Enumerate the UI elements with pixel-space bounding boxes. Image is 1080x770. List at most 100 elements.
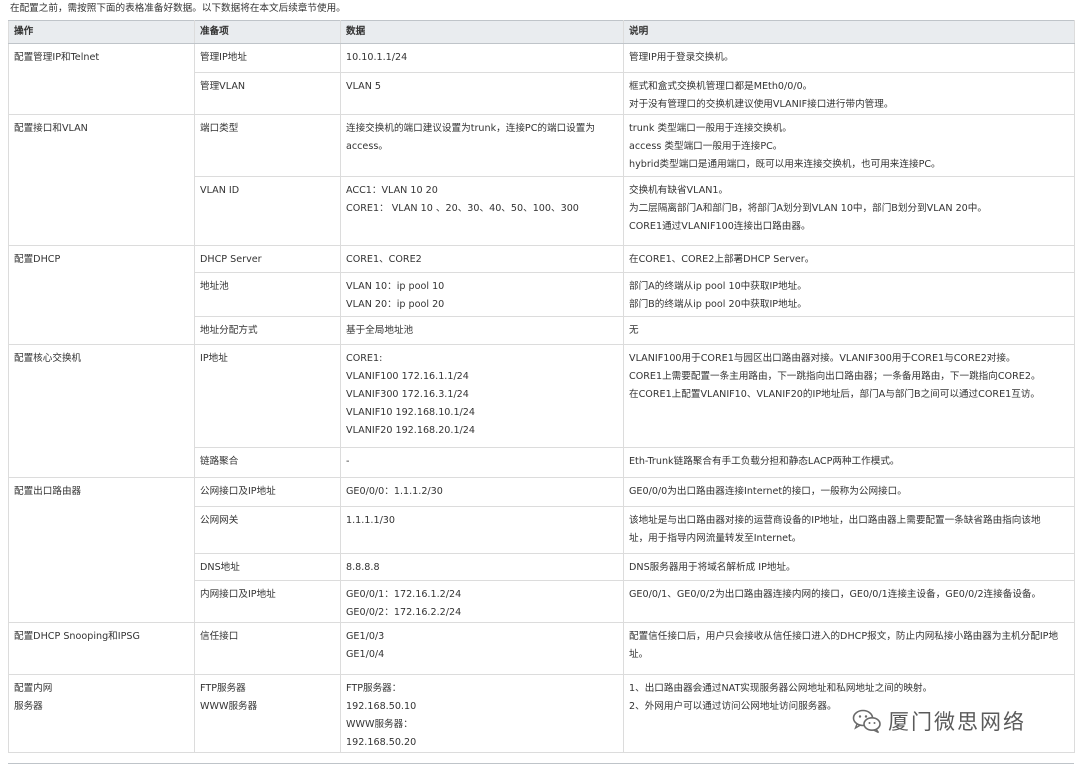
operation-cell: 配置接口和VLAN <box>8 114 195 246</box>
item-cell-line: FTP服务器 <box>200 683 246 694</box>
data-cell-line: CORE1、CORE2 <box>346 254 422 265</box>
header-operation: 操作 <box>8 20 195 44</box>
description-cell-line: access 类型端口一般用于连接PC。 <box>629 141 783 152</box>
item-cell: 地址分配方式 <box>194 316 341 345</box>
item-cell: 链路聚合 <box>194 447 341 478</box>
item-cell: 管理VLAN <box>194 72 341 115</box>
description-cell-line: DNS服务器用于将域名解析成 IP地址。 <box>629 562 796 573</box>
description-cell-line: CORE1通过VLANIF100连接出口路由器。 <box>629 221 811 232</box>
data-cell-line: GE1/0/4 <box>346 649 385 660</box>
description-cell-line: 1、出口路由器会通过NAT实现服务器公网地址和私网地址之间的映射。 <box>629 683 933 694</box>
description-cell-line: 部门B的终端从ip pool 20中获取IP地址。 <box>629 299 807 310</box>
description-cell-line: 框式和盒式交换机管理口都是MEth0/0/0。 <box>629 81 813 92</box>
description-cell-line: GE0/0/0为出口路由器连接Internet的接口，一般称为公网接口。 <box>629 486 907 497</box>
table-bottom-rule <box>8 763 1074 764</box>
data-cell-line: GE0/0/0：1.1.1.2/30 <box>346 486 443 497</box>
operation-cell: 配置管理IP和Telnet <box>8 43 195 115</box>
item-cell-line: 内网接口及IP地址 <box>200 589 276 600</box>
description-cell: 框式和盒式交换机管理口都是MEth0/0/0。对于没有管理口的交换机建议使用VL… <box>623 72 1075 115</box>
item-cell-line: DNS地址 <box>200 562 240 573</box>
operation-cell-line: 服务器 <box>14 701 43 712</box>
description-cell-line: 交换机有缺省VLAN1。 <box>629 185 729 196</box>
description-cell: 交换机有缺省VLAN1。为二层隔离部门A和部门B，将部门A划分到VLAN 10中… <box>623 176 1075 246</box>
description-cell-line: hybrid类型端口是通用端口，既可以用来连接交换机，也可用来连接PC。 <box>629 159 941 170</box>
data-cell: 基于全局地址池 <box>340 316 624 345</box>
config-data-table: 操作 准备项 数据 说明 配置管理IP和Telnet 管理IP地址 10.10.1.… <box>8 20 1075 753</box>
item-cell-line: 公网接口及IP地址 <box>200 486 276 497</box>
item-cell: 地址池 <box>194 272 341 317</box>
item-cell: 公网接口及IP地址 <box>194 477 341 507</box>
operation-cell-line: 配置管理IP和Telnet <box>14 52 100 63</box>
operation-cell-line: 配置出口路由器 <box>14 486 82 497</box>
description-cell-line: CORE1上需要配置一条主用路由，下一跳指向出口路由器；一条备用路由，下一跳指向… <box>629 371 1041 382</box>
intro-text: 在配置之前，需按照下面的表格准备好数据。以下数据将在本文后续章节使用。 <box>10 3 346 14</box>
data-cell-line: FTP服务器： <box>346 683 402 694</box>
item-cell-line: 链路聚合 <box>200 456 239 467</box>
description-cell-line: 对于没有管理口的交换机建议使用VLANIF接口进行带内管理。 <box>629 99 894 110</box>
description-cell-line: 址，用于指导内网流量转发至Internet。 <box>629 533 802 544</box>
table-row: 配置核心交换机 IP地址 CORE1: VLANIF100 172.16.1.1/24… <box>8 344 1075 478</box>
data-cell-line: CORE1： VLAN 10 、20、30、40、50、100、300 <box>346 203 579 214</box>
item-cell: DHCP Server <box>194 245 341 273</box>
data-cell: 10.10.1.1/24 <box>340 43 624 73</box>
data-cell-line: - <box>346 456 350 467</box>
item-cell: IP地址 <box>194 344 341 448</box>
data-cell: GE1/0/3 GE1/0/4 <box>340 622 624 675</box>
data-cell-line: access。 <box>346 141 388 152</box>
data-cell: VLAN 10：ip pool 10 VLAN 20：ip pool 20 <box>340 272 624 317</box>
data-cell: ACC1：VLAN 10 20 CORE1： VLAN 10 、20、30、40、… <box>340 176 624 246</box>
data-cell-line: 192.168.50.20 <box>346 737 417 748</box>
description-cell: trunk 类型端口一般用于连接交换机。 access 类型端口一般用于连接PC。… <box>623 114 1075 177</box>
header-data: 数据 <box>340 20 624 44</box>
operation-cell-line: 配置核心交换机 <box>14 353 82 364</box>
item-cell-line: 地址池 <box>200 281 229 292</box>
item-cell: 信任接口 <box>194 622 341 675</box>
data-cell-line: 192.168.50.10 <box>346 701 417 712</box>
data-cell: GE0/0/0：1.1.1.2/30 <box>340 477 624 507</box>
description-cell-line: 在CORE1上配置VLANIF10、VLANIF20的IP地址后，部门A与部门B… <box>629 389 1041 400</box>
data-cell-line: CORE1: <box>346 353 383 364</box>
description-cell-line: 无 <box>629 325 639 336</box>
data-cell: 1.1.1.1/30 <box>340 506 624 554</box>
operation-cell: 配置核心交换机 <box>8 344 195 478</box>
operation-cell-line: 配置DHCP <box>14 254 61 265</box>
description-cell-line: 址。 <box>629 649 649 660</box>
description-cell: DNS服务器用于将域名解析成 IP地址。 <box>623 553 1075 581</box>
operation-cell-line: 配置内网 <box>14 683 53 694</box>
table-row: 配置接口和VLAN 端口类型 连接交换机的端口建议设置为trunk，连接PC的端口设… <box>8 114 1075 246</box>
data-cell-line: GE0/0/2：172.16.2.2/24 <box>346 607 462 618</box>
description-cell-line: 部门A的终端从ip pool 10中获取IP地址。 <box>629 281 807 292</box>
operation-cell: 配置出口路由器 <box>8 477 195 623</box>
data-cell-line: 8.8.8.8 <box>346 562 380 573</box>
item-cell: 内网接口及IP地址 <box>194 580 341 623</box>
data-cell-line: VLAN 10：ip pool 10 <box>346 281 445 292</box>
table-row: 配置管理IP和Telnet 管理IP地址 10.10.1.1/24 管理IP用于登录交… <box>8 43 1075 115</box>
data-cell-line: VLANIF20 192.168.20.1/24 <box>346 425 475 436</box>
description-cell: 配置信任接口后，用户只会接收从信任接口进入的DHCP报文，防止内网私接小路由器为… <box>623 622 1075 675</box>
item-cell: VLAN ID <box>194 176 341 246</box>
data-cell-line: 基于全局地址池 <box>346 325 414 336</box>
item-cell: DNS地址 <box>194 553 341 581</box>
table-row: 配置DHCP Snooping和IPSG 信任接口 GE1/0/3 GE1/0/4 配置… <box>8 622 1075 675</box>
watermark: 厦门微思网络 <box>848 704 1030 738</box>
description-cell: VLANIF100用于CORE1与园区出口路由器对接。VLANIF300用于CO… <box>623 344 1075 448</box>
table-header-row: 操作 准备项 数据 说明 <box>8 20 1075 44</box>
item-cell-line: 公网网关 <box>200 515 239 526</box>
description-cell-line: 为二层隔离部门A和部门B，将部门A划分到VLAN 10中，部门B划分到VLAN … <box>629 203 987 214</box>
header-description: 说明 <box>623 20 1075 44</box>
watermark-text: 厦门微思网络 <box>888 710 1026 734</box>
description-cell-line: VLANIF100用于CORE1与园区出口路由器对接。VLANIF300用于CO… <box>629 353 1016 364</box>
data-cell-line: VLANIF300 172.16.3.1/24 <box>346 389 469 400</box>
description-cell: GE0/0/0为出口路由器连接Internet的接口，一般称为公网接口。 <box>623 477 1075 507</box>
item-cell: 公网网关 <box>194 506 341 554</box>
data-cell-line: WWW服务器： <box>346 719 413 730</box>
description-cell-line: 配置信任接口后，用户只会接收从信任接口进入的DHCP报文，防止内网私接小路由器为… <box>629 631 1059 642</box>
description-cell: 部门A的终端从ip pool 10中获取IP地址。 部门B的终端从ip pool … <box>623 272 1075 317</box>
description-cell-line: GE0/0/1、GE0/0/2为出口路由器连接内网的接口，GE0/0/1连接主设… <box>629 589 1042 600</box>
item-cell-line: 地址分配方式 <box>200 325 258 336</box>
header-item: 准备项 <box>194 20 341 44</box>
operation-cell-line: 配置DHCP Snooping和IPSG <box>14 631 140 642</box>
table-row: 配置出口路由器 公网接口及IP地址 GE0/0/0：1.1.1.2/30 GE0/0/… <box>8 477 1075 623</box>
description-cell-line: trunk 类型端口一般用于连接交换机。 <box>629 123 792 134</box>
item-cell-line: DHCP Server <box>200 254 262 265</box>
